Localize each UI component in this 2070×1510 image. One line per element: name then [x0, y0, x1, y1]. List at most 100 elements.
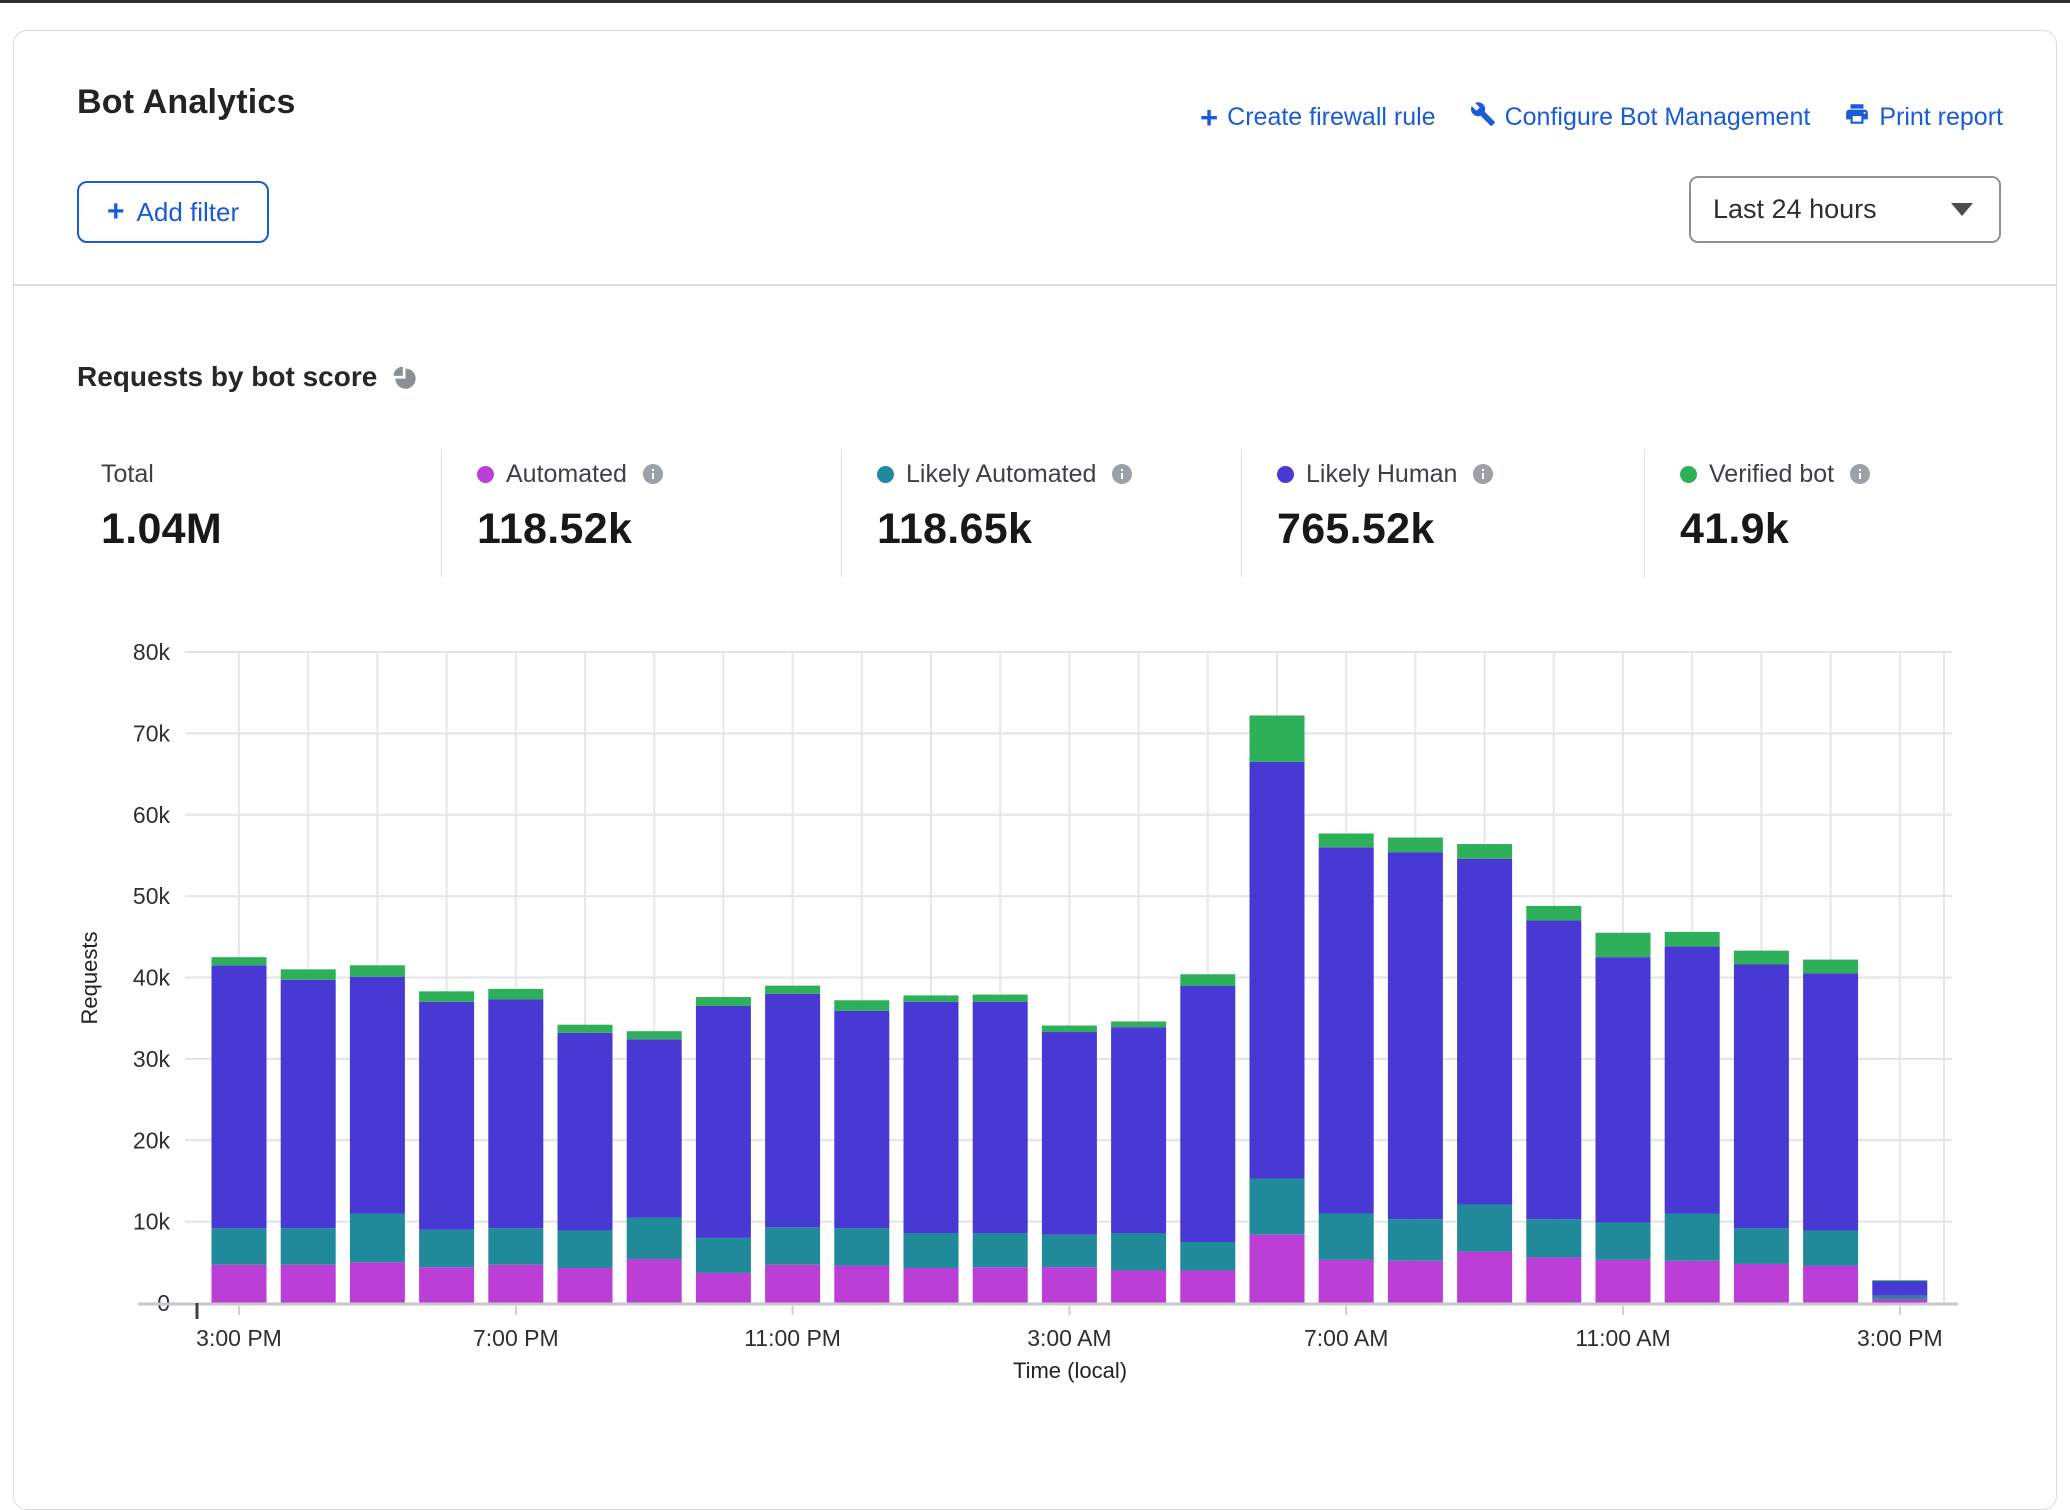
y-axis-title: Requests: [77, 932, 102, 1025]
bar-segment-likely-human: [973, 1002, 1028, 1233]
bar-segment-verified-bot: [1111, 1021, 1166, 1027]
bar-segment-likely-automated: [281, 1228, 336, 1265]
time-range-dropdown[interactable]: Last 24 hours: [1689, 176, 2001, 243]
bar-segment-automated: [281, 1265, 336, 1303]
x-axis-tick-label: 11:00 AM: [1575, 1325, 1670, 1351]
bar-segment-verified-bot: [1250, 715, 1305, 761]
info-icon[interactable]: [1469, 462, 1495, 486]
bar-segment-automated: [1111, 1270, 1166, 1303]
bar-segment-verified-bot: [696, 997, 751, 1006]
bar-segment-verified-bot: [765, 986, 820, 994]
bar-segment-likely-human: [488, 999, 543, 1228]
x-axis-tick-label: 3:00 AM: [1027, 1325, 1111, 1351]
legend-dot-automated: [477, 466, 494, 483]
bar-segment-likely-human: [558, 1033, 613, 1231]
bar-segment-likely-automated: [1872, 1296, 1927, 1299]
bar-segment-verified-bot: [1042, 1026, 1097, 1033]
bar-segment-verified-bot: [1872, 1280, 1927, 1281]
bar-segment-verified-bot: [973, 995, 1028, 1002]
info-icon[interactable]: [1846, 462, 1872, 486]
y-axis-tick-label: 70k: [133, 720, 171, 746]
bar-segment-automated: [1042, 1267, 1097, 1303]
configure-bot-management-link[interactable]: Configure Bot Management: [1470, 101, 1811, 134]
bar-segment-likely-automated: [904, 1233, 959, 1268]
bar-segment-likely-human: [1250, 762, 1305, 1179]
configure-bot-management-label: Configure Bot Management: [1505, 103, 1811, 132]
legend-dot-likely-human: [1277, 466, 1294, 483]
bar-segment-likely-automated: [1111, 1233, 1166, 1270]
bar-segment-likely-automated: [1388, 1219, 1443, 1261]
bar-segment-likely-automated: [1596, 1222, 1651, 1259]
x-axis-tick-label: 3:00 PM: [1857, 1325, 1943, 1351]
bar-segment-likely-human: [627, 1039, 682, 1217]
bar-segment-likely-automated: [1250, 1178, 1305, 1234]
header-divider: [14, 284, 2056, 286]
print-report-label: Print report: [1879, 103, 2003, 132]
section-title: Requests by bot score: [77, 361, 377, 393]
bar-segment-likely-automated: [627, 1218, 682, 1260]
bar-segment-likely-human: [1111, 1027, 1166, 1233]
bar-segment-automated: [696, 1273, 751, 1303]
y-axis-tick-label: 80k: [133, 639, 171, 665]
info-icon[interactable]: [639, 462, 665, 486]
bar-segment-verified-bot: [904, 995, 959, 1002]
bar-segment-likely-human: [1872, 1281, 1927, 1296]
x-axis-tick-label: 7:00 PM: [473, 1325, 559, 1351]
bar-segment-likely-human: [1526, 921, 1581, 1220]
bar-segment-verified-bot: [281, 969, 336, 980]
create-firewall-rule-link[interactable]: + Create firewall rule: [1200, 103, 1436, 132]
bar-segment-automated: [1665, 1261, 1720, 1303]
x-axis-tick-label: 7:00 AM: [1304, 1325, 1388, 1351]
bar-segment-automated: [1734, 1264, 1789, 1303]
bar-segment-verified-bot: [627, 1031, 682, 1039]
bar-segment-likely-human: [1803, 973, 1858, 1230]
create-firewall-rule-label: Create firewall rule: [1227, 103, 1435, 132]
pie-chart-icon: [392, 364, 419, 391]
bar-segment-verified-bot: [488, 989, 543, 1000]
stat-label: Likely Automated: [906, 460, 1096, 489]
bar-segment-automated: [1526, 1257, 1581, 1303]
bar-segment-automated: [419, 1267, 474, 1303]
bar-segment-likely-automated: [696, 1238, 751, 1273]
bar-segment-likely-automated: [1457, 1205, 1512, 1252]
stats-row: Total 1.04M Automated 118.52k Likely Aut…: [14, 449, 2056, 578]
bar-segment-automated: [1803, 1266, 1858, 1303]
bar-segment-verified-bot: [1734, 951, 1789, 965]
plus-icon: +: [1200, 106, 1218, 130]
bar-segment-likely-human: [696, 1006, 751, 1238]
bar-segment-likely-human: [419, 1002, 474, 1230]
add-filter-button[interactable]: + Add filter: [77, 181, 269, 243]
bar-segment-automated: [1457, 1252, 1512, 1303]
bar-segment-verified-bot: [212, 957, 267, 965]
y-axis-tick-label: 30k: [133, 1046, 171, 1072]
bar-segment-automated: [1319, 1260, 1374, 1303]
bar-segment-verified-bot: [1319, 833, 1374, 847]
bar-segment-likely-human: [1457, 859, 1512, 1205]
bar-segment-likely-human: [1319, 847, 1374, 1213]
bar-segment-likely-automated: [488, 1228, 543, 1265]
info-icon[interactable]: [1108, 462, 1134, 486]
bar-segment-likely-automated: [558, 1231, 613, 1268]
bar-segment-likely-automated: [973, 1233, 1028, 1267]
print-report-link[interactable]: Print report: [1844, 101, 2003, 134]
bar-segment-automated: [558, 1268, 613, 1303]
stat-automated: Automated 118.52k: [441, 449, 841, 578]
y-axis-tick-label: 60k: [133, 802, 171, 828]
bar-segment-likely-automated: [1803, 1231, 1858, 1266]
bar-segment-likely-human: [1596, 957, 1651, 1222]
bar-segment-automated: [765, 1265, 820, 1303]
bar-segment-likely-automated: [1319, 1213, 1374, 1259]
stat-likely-human: Likely Human 765.52k: [1241, 449, 1644, 578]
legend-dot-likely-automated: [877, 466, 894, 483]
bar-segment-automated: [1250, 1235, 1305, 1303]
x-axis-title: Time (local): [1013, 1358, 1127, 1383]
bar-segment-automated: [488, 1265, 543, 1303]
legend-dot-verified-bot: [1680, 466, 1697, 483]
stat-value: 41.9k: [1680, 505, 2056, 554]
bar-segment-likely-human: [765, 994, 820, 1228]
bar-segment-likely-automated: [1180, 1242, 1235, 1270]
stat-label: Total: [101, 460, 154, 489]
page-top-edge: [0, 0, 2070, 3]
printer-icon: [1844, 101, 1870, 134]
y-axis-tick-label: 40k: [133, 965, 171, 991]
